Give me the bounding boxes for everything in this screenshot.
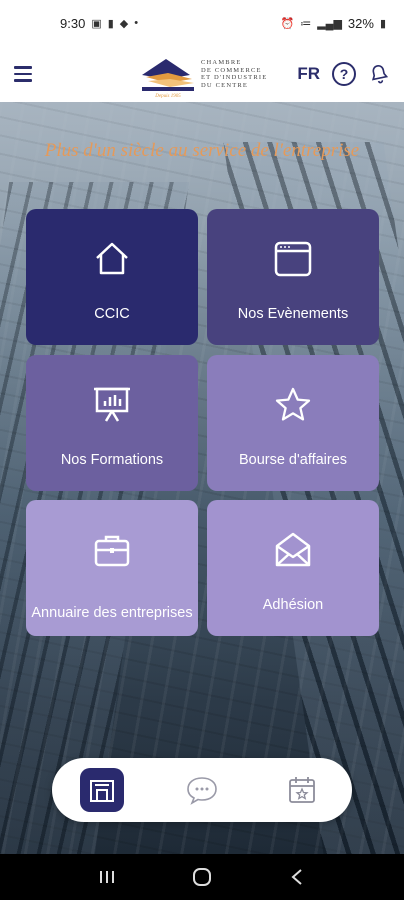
tab-home-store[interactable] [80, 768, 124, 812]
main-content: Plus d'un siècle au service de l'entrepr… [0, 102, 404, 854]
recent-apps-icon [100, 871, 115, 883]
status-time: 9:30 [60, 15, 86, 31]
gallery-notification-icon: ▣ [91, 17, 102, 30]
dot-icon: • [134, 17, 139, 29]
envelope-icon [275, 532, 311, 567]
presentation-board-icon [94, 387, 130, 422]
ccic-logo: Depuis 1905 CHAMBRE DE COMMERCE ET D'IND… [138, 46, 268, 102]
recent-apps-button[interactable] [92, 862, 122, 892]
tile-nos-formations[interactable]: Nos Formations [26, 355, 198, 491]
status-bar: 9:30 ▣ ▮ ◆ • ⏰ ≔ ▂▄▆ 32% ▮ [0, 0, 404, 46]
logo-line-1: CHAMBRE [201, 59, 242, 66]
bell-icon[interactable] [368, 63, 390, 85]
tile-label: Nos Evènements [237, 306, 349, 322]
tile-label: Annuaire des entreprises [31, 605, 193, 621]
back-chevron-icon [291, 869, 302, 885]
hamburger-menu-icon[interactable] [14, 62, 38, 86]
bottom-tab-bar [52, 758, 352, 822]
tagline: Plus d'un siècle au service de l'entrepr… [44, 140, 360, 161]
chat-bubble-icon [187, 777, 217, 805]
back-button[interactable] [282, 862, 312, 892]
notification-icon: ◆ [119, 17, 129, 30]
language-selector[interactable]: FR [297, 64, 320, 84]
tile-annuaire-entreprises[interactable]: Annuaire des entreprises [26, 500, 198, 636]
calendar-star-icon [289, 777, 315, 803]
briefcase-icon [94, 535, 130, 567]
battery-percent: 32% [347, 15, 374, 31]
tile-ccic[interactable]: CCIC [26, 209, 198, 345]
system-navigation-bar [0, 854, 404, 900]
logo-line-2: DE COMMERCE [201, 66, 262, 74]
tile-label: Bourse d'affaires [238, 452, 348, 468]
help-button[interactable]: ? [332, 62, 356, 86]
tile-label: Nos Formations [60, 452, 164, 468]
tile-bourse-affaires[interactable]: Bourse d'affaires [207, 355, 379, 491]
tile-nos-evenements[interactable]: Nos Evènements [207, 209, 379, 345]
tile-adhesion[interactable]: Adhésion [207, 500, 379, 636]
alarm-icon: ⏰ [280, 17, 295, 30]
wifi-signal-icon: ≔ [300, 17, 312, 30]
tab-chat[interactable] [180, 768, 224, 812]
home-icon [96, 242, 128, 275]
browser-window-icon [274, 241, 312, 277]
logo-line-4: DU CENTRE [201, 81, 249, 89]
tab-calendar[interactable] [280, 768, 324, 812]
home-button[interactable] [187, 862, 217, 892]
app-header: Depuis 1905 CHAMBRE DE COMMERCE ET D'IND… [0, 46, 404, 102]
storefront-icon [90, 780, 114, 802]
message-notification-icon: ▮ [107, 17, 114, 30]
logo-mark-icon: Depuis 1905 [142, 59, 194, 99]
home-circle-icon [192, 868, 211, 886]
star-icon [275, 387, 311, 421]
tile-label: CCIC [94, 306, 130, 322]
svg-text:Depuis 1905: Depuis 1905 [154, 94, 181, 99]
logo-text: CHAMBRE DE COMMERCE ET D'INDUSTRIE DU CE… [201, 59, 267, 89]
battery-icon: ▮ [379, 17, 386, 30]
cell-signal-icon: ▂▄▆ [317, 17, 342, 30]
logo-line-3: ET D'INDUSTRIE [201, 74, 268, 81]
tile-label: Adhésion [262, 597, 324, 613]
